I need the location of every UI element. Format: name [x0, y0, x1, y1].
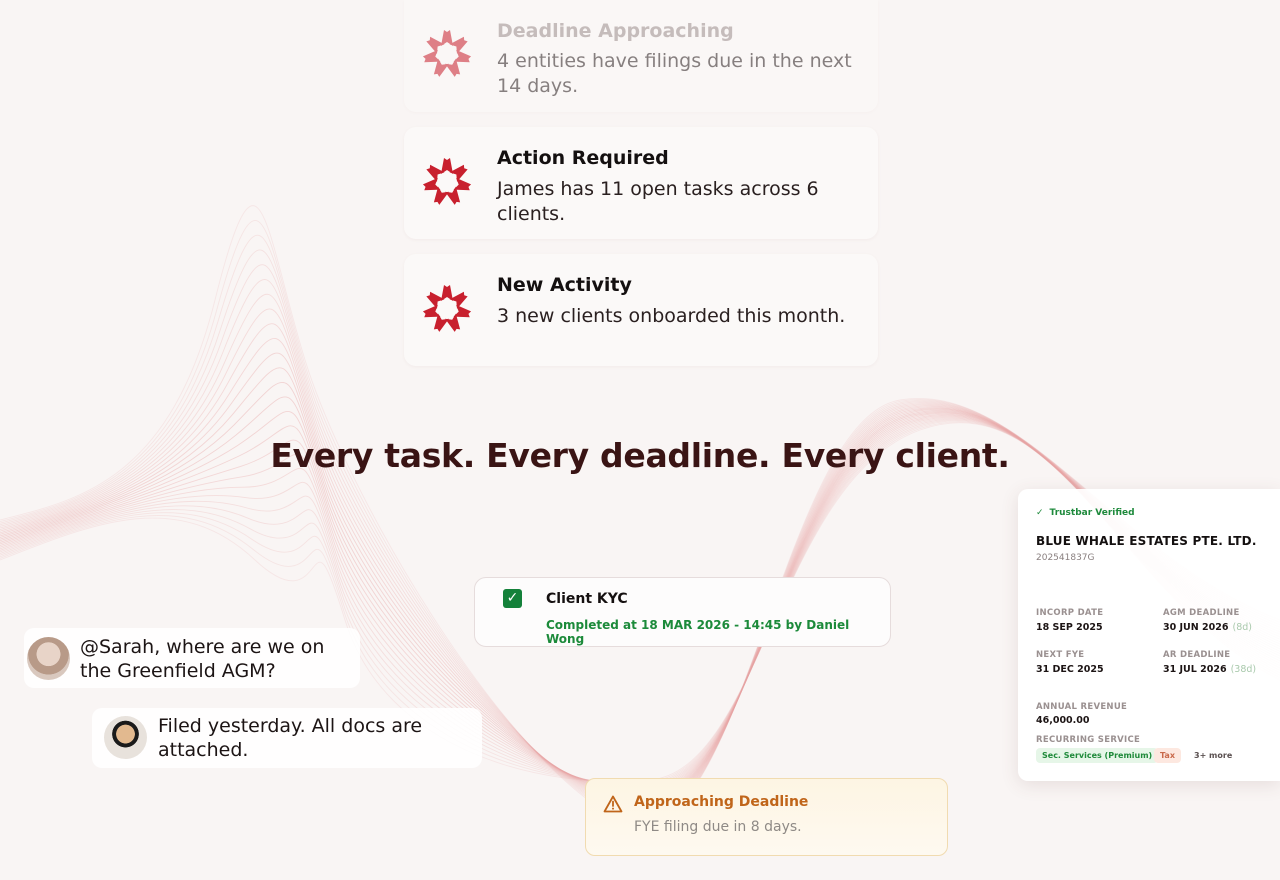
notification-title: New Activity: [497, 274, 632, 296]
incorp-date-value: 18 SEP 2025: [1036, 622, 1103, 633]
recurring-service-label: RECURRING SERVICE: [1036, 735, 1141, 745]
notification-title: Action Required: [497, 147, 669, 169]
annual-revenue-label: ANNUAL REVENUE: [1036, 702, 1128, 712]
checkbox-checked-icon[interactable]: ✓: [503, 589, 522, 608]
avatar: [27, 637, 70, 680]
agm-deadline-value: 30 JUN 2026 (8d): [1163, 622, 1252, 633]
annual-revenue-value: 46,000.00: [1036, 715, 1090, 726]
deadline-alert-body: FYE filing due in 8 days.: [634, 819, 802, 835]
service-tag[interactable]: Tax: [1154, 748, 1181, 763]
deadline-alert-card[interactable]: Approaching Deadline FYE filing due in 8…: [585, 778, 948, 856]
agm-days-remaining: (8d): [1232, 622, 1252, 633]
notification-action-required[interactable]: Action Required James has 11 open tasks …: [404, 127, 878, 239]
brand-burst-icon: [422, 30, 472, 77]
deadline-alert-title: Approaching Deadline: [634, 794, 809, 810]
ar-deadline-date: 31 JUL 2026: [1163, 664, 1227, 675]
verified-badge: ✓ Trustbar Verified: [1036, 508, 1135, 518]
avatar: [104, 716, 147, 759]
notification-title: Deadline Approaching: [497, 20, 734, 42]
kyc-status: Completed at 18 MAR 2026 - 14:45 by Dani…: [546, 618, 850, 646]
kyc-task-card[interactable]: ✓ Client KYC Completed at 18 MAR 2026 - …: [474, 577, 891, 647]
notification-body: 3 new clients onboarded this month.: [497, 305, 846, 327]
brand-burst-icon: [422, 158, 472, 205]
notification-body: 4 entities have filings due in the next …: [497, 50, 852, 97]
notification-deadline-approaching[interactable]: Deadline Approaching 4 entities have fil…: [404, 0, 878, 112]
entity-uen: 202541837G: [1036, 553, 1095, 563]
next-fye-label: NEXT FYE: [1036, 650, 1085, 660]
notification-new-activity[interactable]: New Activity 3 new clients onboarded thi…: [404, 254, 878, 366]
chat-message: @Sarah, where are we on the Greenfield A…: [24, 628, 360, 688]
ar-deadline-value: 31 JUL 2026 (38d): [1163, 664, 1256, 675]
notification-body: James has 11 open tasks across 6 clients…: [497, 178, 819, 225]
service-tag[interactable]: Sec. Services (Premium): [1036, 748, 1159, 763]
chat-message-text: @Sarah, where are we on the Greenfield A…: [80, 636, 325, 682]
chat-message-text: Filed yesterday. All docs are attached.: [158, 715, 423, 761]
agm-deadline-label: AGM DEADLINE: [1163, 608, 1240, 618]
brand-burst-icon: [422, 285, 472, 332]
ar-deadline-label: AR DEADLINE: [1163, 650, 1231, 660]
chat-message: Filed yesterday. All docs are attached.: [92, 708, 482, 768]
kyc-title: Client KYC: [546, 591, 628, 607]
verified-label: Trustbar Verified: [1049, 508, 1135, 518]
checkmark-icon: ✓: [1036, 508, 1044, 518]
incorp-date-label: INCORP DATE: [1036, 608, 1104, 618]
entity-summary-card[interactable]: ✓ Trustbar Verified BLUE WHALE ESTATES PT…: [1018, 489, 1280, 781]
more-services-link[interactable]: 3+ more: [1188, 748, 1238, 763]
entity-name: BLUE WHALE ESTATES PTE. LTD.: [1036, 534, 1257, 548]
warning-triangle-icon: [603, 795, 623, 813]
ar-days-remaining: (38d): [1230, 664, 1257, 675]
page-tagline: Every task. Every deadline. Every client…: [270, 436, 1010, 475]
agm-deadline-date: 30 JUN 2026: [1163, 622, 1229, 633]
next-fye-value: 31 DEC 2025: [1036, 664, 1104, 675]
